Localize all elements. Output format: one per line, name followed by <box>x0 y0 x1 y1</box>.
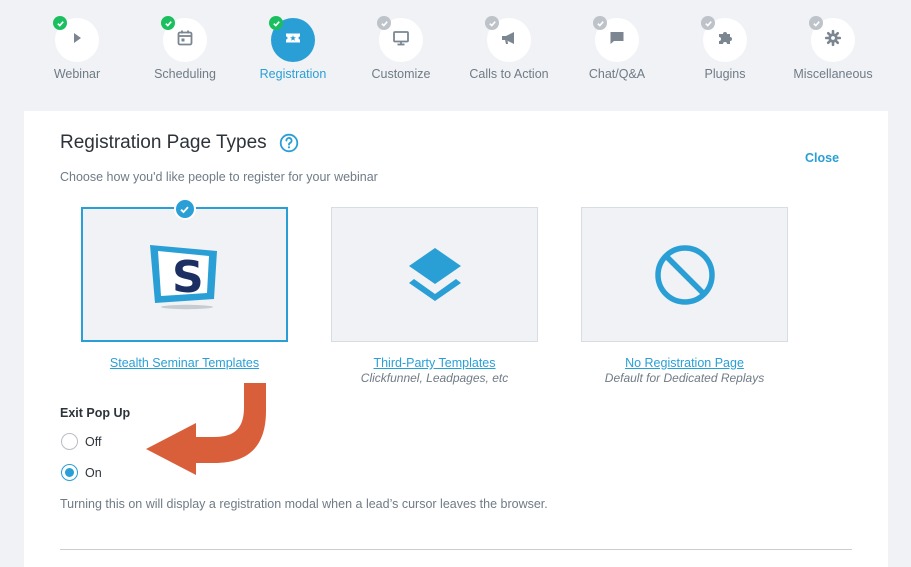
monitor-icon <box>392 29 410 52</box>
megaphone-icon <box>500 29 518 52</box>
completed-check-icon <box>269 16 283 30</box>
option-sublabel: Clickfunnel, Leadpages, etc <box>360 371 509 385</box>
exit-popup-on-radio[interactable]: On <box>61 464 102 481</box>
pending-check-icon <box>485 16 499 30</box>
option-no-registration[interactable]: No Registration Page Default for Dedicat… <box>581 207 788 385</box>
title-row: Registration Page Types <box>60 132 299 154</box>
svg-text:S: S <box>172 252 204 303</box>
layers-icon <box>408 247 461 301</box>
radio-label: On <box>85 465 102 480</box>
step-chat-qa[interactable]: Chat/Q&A <box>562 16 672 81</box>
page-title: Registration Page Types <box>60 132 267 153</box>
help-icon[interactable] <box>279 133 299 153</box>
step-scheduling[interactable]: Scheduling <box>130 16 240 81</box>
step-customize[interactable]: Customize <box>346 16 456 81</box>
option-label[interactable]: Stealth Seminar Templates <box>81 356 288 370</box>
calendar-icon <box>176 29 194 52</box>
pending-check-icon <box>809 16 823 30</box>
step-circle <box>701 16 747 62</box>
step-label: Plugins <box>704 67 746 81</box>
gear-icon <box>824 29 842 52</box>
radio-button[interactable] <box>61 464 78 481</box>
option-card[interactable] <box>331 207 538 342</box>
exit-popup-label: Exit Pop Up <box>60 406 131 420</box>
close-button[interactable]: Close <box>805 151 839 165</box>
section-divider <box>60 549 852 550</box>
step-circle <box>485 16 531 62</box>
step-webinar[interactable]: Webinar <box>22 16 132 81</box>
option-stealth-seminar[interactable]: S Stealth Seminar Templates <box>81 198 288 370</box>
step-calls-to-action[interactable]: Calls to Action <box>454 16 564 81</box>
option-label[interactable]: Third-Party Templates <box>331 356 538 370</box>
radio-selected-dot <box>65 468 74 477</box>
play-icon <box>68 29 86 52</box>
selected-check-icon <box>173 198 196 220</box>
option-sublabel: Default for Dedicated Replays <box>604 371 765 385</box>
puzzle-icon <box>716 29 734 52</box>
no-entry-icon <box>654 244 715 305</box>
pending-check-icon <box>593 16 607 30</box>
radio-button[interactable] <box>61 433 78 450</box>
step-label: Scheduling <box>154 67 216 81</box>
step-label: Chat/Q&A <box>588 67 646 81</box>
wizard-stepper: Webinar Scheduling Registration Customiz… <box>0 0 911 100</box>
step-registration[interactable]: Registration <box>238 16 348 81</box>
curved-arrow-icon <box>146 383 266 475</box>
step-label: Webinar <box>53 67 101 81</box>
step-circle <box>269 16 315 62</box>
chat-icon <box>608 29 626 52</box>
stealth-seminar-logo: S <box>149 244 217 309</box>
option-card[interactable] <box>581 207 788 342</box>
option-card[interactable]: S <box>81 198 288 342</box>
step-circle <box>377 16 423 62</box>
step-plugins[interactable]: Plugins <box>670 16 780 81</box>
step-label: Miscellaneous <box>793 67 873 81</box>
pending-check-icon <box>701 16 715 30</box>
step-label: Calls to Action <box>469 67 549 81</box>
step-circle <box>53 16 99 62</box>
step-circle <box>161 16 207 62</box>
option-third-party[interactable]: Third-Party Templates Clickfunnel, Leadp… <box>331 207 538 385</box>
ticket-icon <box>284 29 302 52</box>
step-circle <box>593 16 639 62</box>
step-miscellaneous[interactable]: Miscellaneous <box>778 16 888 81</box>
completed-check-icon <box>53 16 67 30</box>
step-label: Registration <box>259 67 327 81</box>
option-label[interactable]: No Registration Page <box>581 356 788 370</box>
completed-check-icon <box>161 16 175 30</box>
radio-label: Off <box>85 434 102 449</box>
step-circle <box>809 16 855 62</box>
exit-popup-off-radio[interactable]: Off <box>61 433 101 450</box>
exit-popup-hint: Turning this on will display a registrat… <box>60 497 548 511</box>
step-label: Customize <box>371 67 431 81</box>
registration-card: Registration Page Types Close Choose how… <box>24 111 888 567</box>
pending-check-icon <box>377 16 391 30</box>
page-subtitle: Choose how you'd like people to register… <box>60 170 378 184</box>
